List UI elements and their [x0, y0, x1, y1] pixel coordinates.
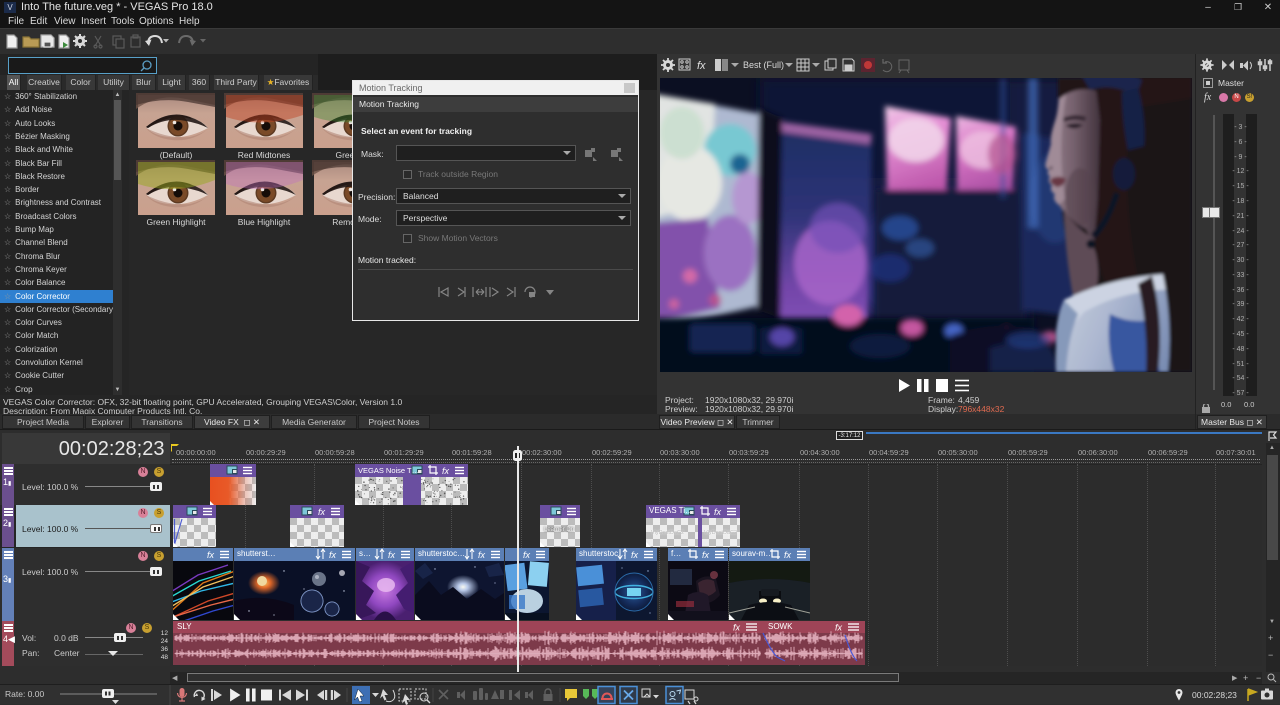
svg-text:Red Midtones: Red Midtones [238, 150, 290, 160]
svg-text:Green Highlight: Green Highlight [146, 217, 206, 227]
svg-text:Blue Highlight: Blue Highlight [238, 217, 291, 227]
svg-text:00:02:28;23: 00:02:28;23 [1192, 690, 1237, 700]
svg-text:fx: fx [697, 60, 706, 72]
svg-text:(Default): (Default) [160, 150, 193, 160]
svg-text:Best (Full): Best (Full) [743, 60, 784, 70]
svg-text:Rate: 0.00: Rate: 0.00 [5, 689, 44, 699]
